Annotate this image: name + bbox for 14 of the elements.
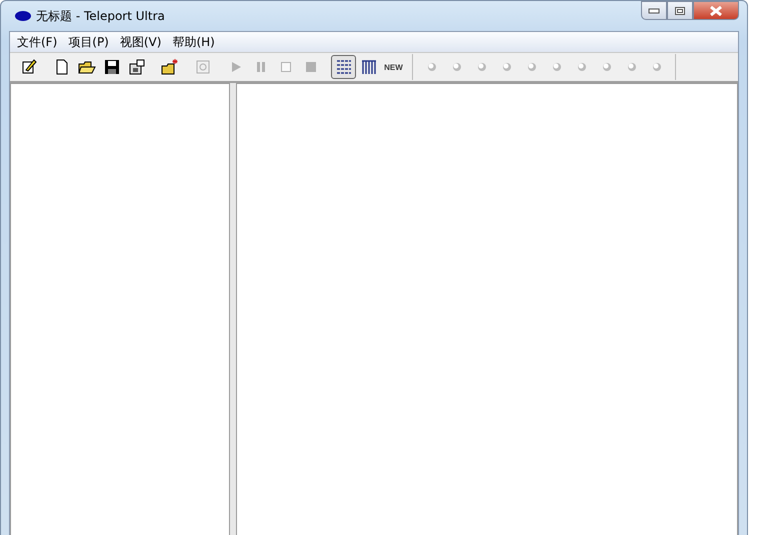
menu-item[interactable]: 视图(V) <box>116 34 170 50</box>
menu-item[interactable]: 文件(F) <box>14 34 66 50</box>
app-icon <box>15 11 31 21</box>
window-title: 无标题 - Teleport Ultra <box>36 8 165 24</box>
menu-item[interactable]: 帮助(H) <box>169 34 223 50</box>
menu-item[interactable]: 项目(P) <box>65 34 117 50</box>
minimize-icon <box>648 8 660 14</box>
maximize-icon <box>674 6 686 16</box>
list-view-icon[interactable] <box>331 55 356 79</box>
close-icon <box>709 6 723 16</box>
new-button[interactable]: NEW <box>381 55 406 79</box>
maximize-button[interactable] <box>667 1 693 20</box>
minimize-button[interactable] <box>641 1 667 20</box>
close-button[interactable] <box>693 1 739 20</box>
